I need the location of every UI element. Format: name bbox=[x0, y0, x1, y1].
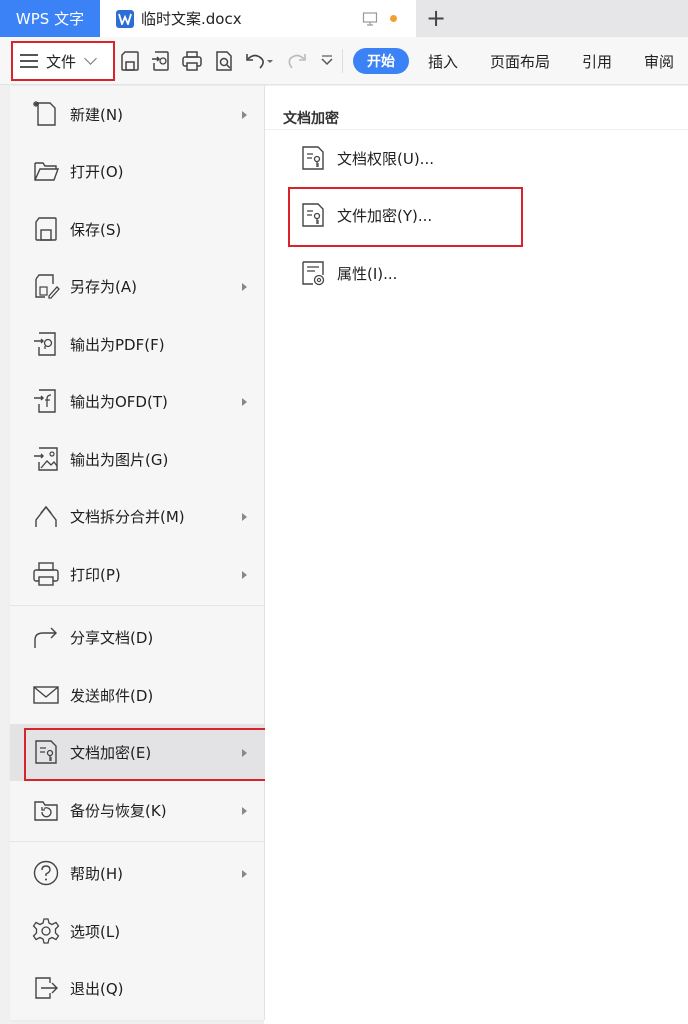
menu-item-label: 文档拆分合并(M) bbox=[70, 508, 185, 526]
chevron-right-icon bbox=[242, 570, 247, 579]
toolbar: 文件 开始 插入 页面布局 引用 审阅 bbox=[0, 37, 688, 85]
help-icon bbox=[32, 859, 60, 887]
document-tab-title: 临时文案.docx bbox=[141, 10, 242, 28]
menu-item-split-merge[interactable]: 文档拆分合并(M) bbox=[10, 488, 264, 545]
menu-item-label: 另存为(A) bbox=[70, 278, 137, 296]
hamburger-icon bbox=[20, 54, 38, 68]
export-image-icon bbox=[32, 445, 60, 473]
more-dropdown-icon[interactable] bbox=[320, 51, 334, 71]
toolbar-divider bbox=[342, 49, 343, 73]
tab-review[interactable]: 审阅 bbox=[644, 48, 674, 74]
menu-item-save-as[interactable]: 另存为(A) bbox=[10, 258, 264, 315]
save-as-icon bbox=[32, 272, 60, 300]
save-icon bbox=[32, 215, 60, 243]
mail-icon bbox=[32, 681, 60, 709]
menu-item-label: 保存(S) bbox=[70, 221, 122, 239]
submenu-item-label: 文档权限(U)... bbox=[337, 149, 434, 168]
submenu-divider bbox=[265, 129, 688, 130]
word-doc-icon bbox=[116, 9, 134, 28]
menu-item-label: 退出(Q) bbox=[70, 980, 124, 998]
menu-item-open[interactable]: 打开(O) bbox=[10, 143, 264, 200]
menu-item-options[interactable]: 选项(L) bbox=[10, 903, 264, 960]
menu-item-export-image[interactable]: 输出为图片(G) bbox=[10, 431, 264, 488]
menu-item-label: 打印(P) bbox=[70, 566, 121, 584]
menu-divider bbox=[10, 841, 264, 842]
menu-item-send-mail[interactable]: 发送邮件(D) bbox=[10, 667, 264, 724]
menu-item-save[interactable]: 保存(S) bbox=[10, 201, 264, 258]
document-tab[interactable]: 临时文案.docx bbox=[100, 0, 416, 37]
menu-item-print[interactable]: 打印(P) bbox=[10, 546, 264, 603]
redo-icon[interactable] bbox=[287, 51, 317, 71]
menu-item-help[interactable]: 帮助(H) bbox=[10, 845, 264, 902]
tab-start[interactable]: 开始 bbox=[353, 48, 409, 74]
highlight-file-encrypt bbox=[288, 187, 523, 247]
file-menu-label: 文件 bbox=[46, 52, 77, 71]
submenu-item-properties[interactable]: 属性(I)... bbox=[299, 253, 397, 293]
menu-item-label: 打开(O) bbox=[70, 163, 124, 181]
menu-item-label: 分享文档(D) bbox=[70, 629, 154, 647]
undo-icon[interactable] bbox=[245, 51, 275, 71]
export-pdf-icon[interactable] bbox=[151, 51, 171, 71]
file-menu-panel: 新建(N) 打开(O) 保存(S) 另存为(A) 输出为PDF(F) 输出为OF bbox=[10, 86, 265, 1020]
backup-icon bbox=[32, 796, 60, 824]
menu-item-label: 输出为OFD(T) bbox=[70, 393, 168, 411]
print-icon bbox=[32, 560, 60, 588]
doc-permission-icon bbox=[299, 144, 327, 172]
file-menu-button[interactable]: 文件 bbox=[11, 41, 115, 81]
highlight-doc-encrypt bbox=[24, 728, 280, 781]
menu-item-new[interactable]: 新建(N) bbox=[10, 86, 264, 143]
tab-references-label: 引用 bbox=[582, 52, 613, 71]
tab-references[interactable]: 引用 bbox=[582, 48, 612, 74]
properties-icon bbox=[299, 259, 327, 287]
menu-item-export-pdf[interactable]: 输出为PDF(F) bbox=[10, 316, 264, 373]
tab-review-label: 审阅 bbox=[644, 52, 675, 71]
chevron-right-icon bbox=[242, 110, 247, 119]
menu-item-label: 帮助(H) bbox=[70, 865, 123, 883]
print-icon[interactable] bbox=[182, 51, 202, 71]
submenu-title: 文档加密 bbox=[283, 111, 339, 127]
menu-item-exit[interactable]: 退出(Q) bbox=[10, 960, 264, 1017]
menu-item-label: 输出为图片(G) bbox=[70, 451, 169, 469]
split-merge-icon bbox=[32, 502, 60, 530]
export-ofd-icon bbox=[32, 387, 60, 415]
monitor-icon[interactable] bbox=[362, 11, 378, 27]
chevron-right-icon bbox=[242, 397, 247, 406]
print-preview-icon[interactable] bbox=[214, 51, 234, 71]
unsaved-dot bbox=[390, 15, 397, 22]
chevron-right-icon bbox=[242, 282, 247, 291]
chevron-right-icon bbox=[242, 869, 247, 878]
app-tab-label: WPS 文字 bbox=[15, 10, 85, 28]
tab-start-label: 开始 bbox=[367, 54, 395, 70]
title-bar: WPS 文字 临时文案.docx + bbox=[0, 0, 688, 37]
chevron-down-icon bbox=[84, 52, 97, 65]
new-tab-plus-icon[interactable]: + bbox=[426, 6, 446, 30]
menu-item-label: 发送邮件(D) bbox=[70, 687, 154, 705]
menu-item-backup-restore[interactable]: 备份与恢复(K) bbox=[10, 782, 264, 839]
chevron-right-icon bbox=[242, 806, 247, 815]
folder-open-icon bbox=[32, 157, 60, 185]
menu-item-label: 输出为PDF(F) bbox=[70, 336, 165, 354]
menu-item-label: 新建(N) bbox=[70, 106, 123, 124]
export-pdf-icon bbox=[32, 330, 60, 358]
menu-item-label: 备份与恢复(K) bbox=[70, 802, 167, 820]
app-tab-wps[interactable]: WPS 文字 bbox=[0, 0, 100, 37]
submenu-item-doc-permission[interactable]: 文档权限(U)... bbox=[299, 138, 434, 178]
tab-insert-label: 插入 bbox=[428, 52, 459, 71]
tab-page-layout-label: 页面布局 bbox=[490, 52, 551, 71]
menu-item-share[interactable]: 分享文档(D) bbox=[10, 609, 264, 666]
menu-item-label: 选项(L) bbox=[70, 923, 121, 941]
submenu-item-label: 属性(I)... bbox=[337, 264, 398, 283]
exit-icon bbox=[32, 974, 60, 1002]
tab-insert[interactable]: 插入 bbox=[428, 48, 458, 74]
chevron-right-icon bbox=[242, 512, 247, 521]
menu-item-export-ofd[interactable]: 输出为OFD(T) bbox=[10, 373, 264, 430]
gear-icon bbox=[32, 917, 60, 945]
save-icon[interactable] bbox=[120, 51, 140, 71]
share-icon bbox=[32, 623, 60, 651]
tab-page-layout[interactable]: 页面布局 bbox=[490, 48, 550, 74]
menu-divider bbox=[10, 605, 264, 606]
new-doc-icon bbox=[32, 100, 60, 128]
